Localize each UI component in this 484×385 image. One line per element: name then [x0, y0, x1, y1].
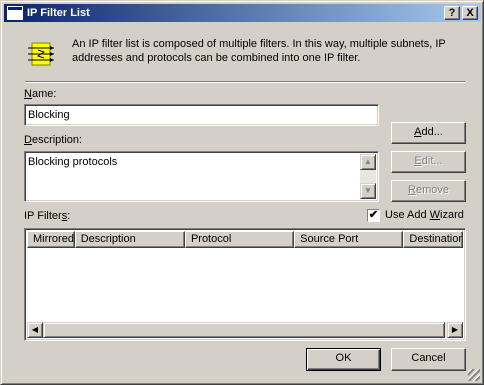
column-header-source-port[interactable]: Source Port [294, 231, 404, 248]
ip-filters-label: IP Filters: [24, 210, 71, 222]
name-label: Name: [24, 88, 57, 100]
description-scrollbar[interactable]: ▲ ▼ [360, 154, 376, 199]
title-bar[interactable]: IP Filter List ? X [4, 4, 481, 22]
scroll-left-icon[interactable]: ◀ [27, 322, 43, 338]
use-add-wizard-checkbox[interactable]: ✔ [367, 209, 380, 222]
ip-filter-list-dialog: IP Filter List ? X An IP filter list is … [0, 0, 484, 385]
scroll-up-icon[interactable]: ▲ [360, 154, 376, 170]
cancel-button[interactable]: Cancel [391, 348, 466, 371]
scroll-thumb[interactable] [43, 322, 445, 338]
help-button[interactable]: ? [444, 6, 460, 20]
resize-grip-icon[interactable] [468, 369, 480, 381]
ip-filters-list[interactable]: Mirrored Description Protocol Source Por… [24, 228, 466, 341]
add-button[interactable]: Add... [391, 122, 466, 144]
scroll-down-icon[interactable]: ▼ [360, 183, 376, 199]
edit-button[interactable]: Edit... [391, 151, 466, 173]
intro-description: An IP filter list is composed of multipl… [72, 38, 446, 64]
column-header-destination[interactable]: Destination [403, 231, 464, 248]
description-text: Blocking protocols [28, 156, 118, 168]
column-header-description[interactable]: Description [74, 231, 185, 248]
column-header-mirrored[interactable]: Mirrored [27, 231, 75, 248]
description-label: Description: [24, 134, 83, 146]
scroll-right-icon[interactable]: ▶ [447, 322, 463, 338]
ok-button[interactable]: OK [306, 348, 381, 371]
list-horizontal-scrollbar[interactable]: ◀ ▶ [27, 322, 463, 338]
ip-filter-list-icon [28, 42, 54, 66]
list-header: Mirrored Description Protocol Source Por… [27, 231, 464, 248]
name-input[interactable]: Blocking [24, 104, 379, 126]
window-title: IP Filter List [27, 7, 90, 19]
window-icon [7, 6, 23, 20]
use-add-wizard-label[interactable]: Use Add Wizard [385, 209, 464, 222]
separator [25, 81, 465, 83]
close-button[interactable]: X [462, 6, 478, 20]
column-header-protocol[interactable]: Protocol [184, 231, 295, 248]
description-textarea[interactable]: Blocking protocols ▲ ▼ [24, 151, 379, 202]
remove-button[interactable]: Remove [391, 180, 466, 202]
